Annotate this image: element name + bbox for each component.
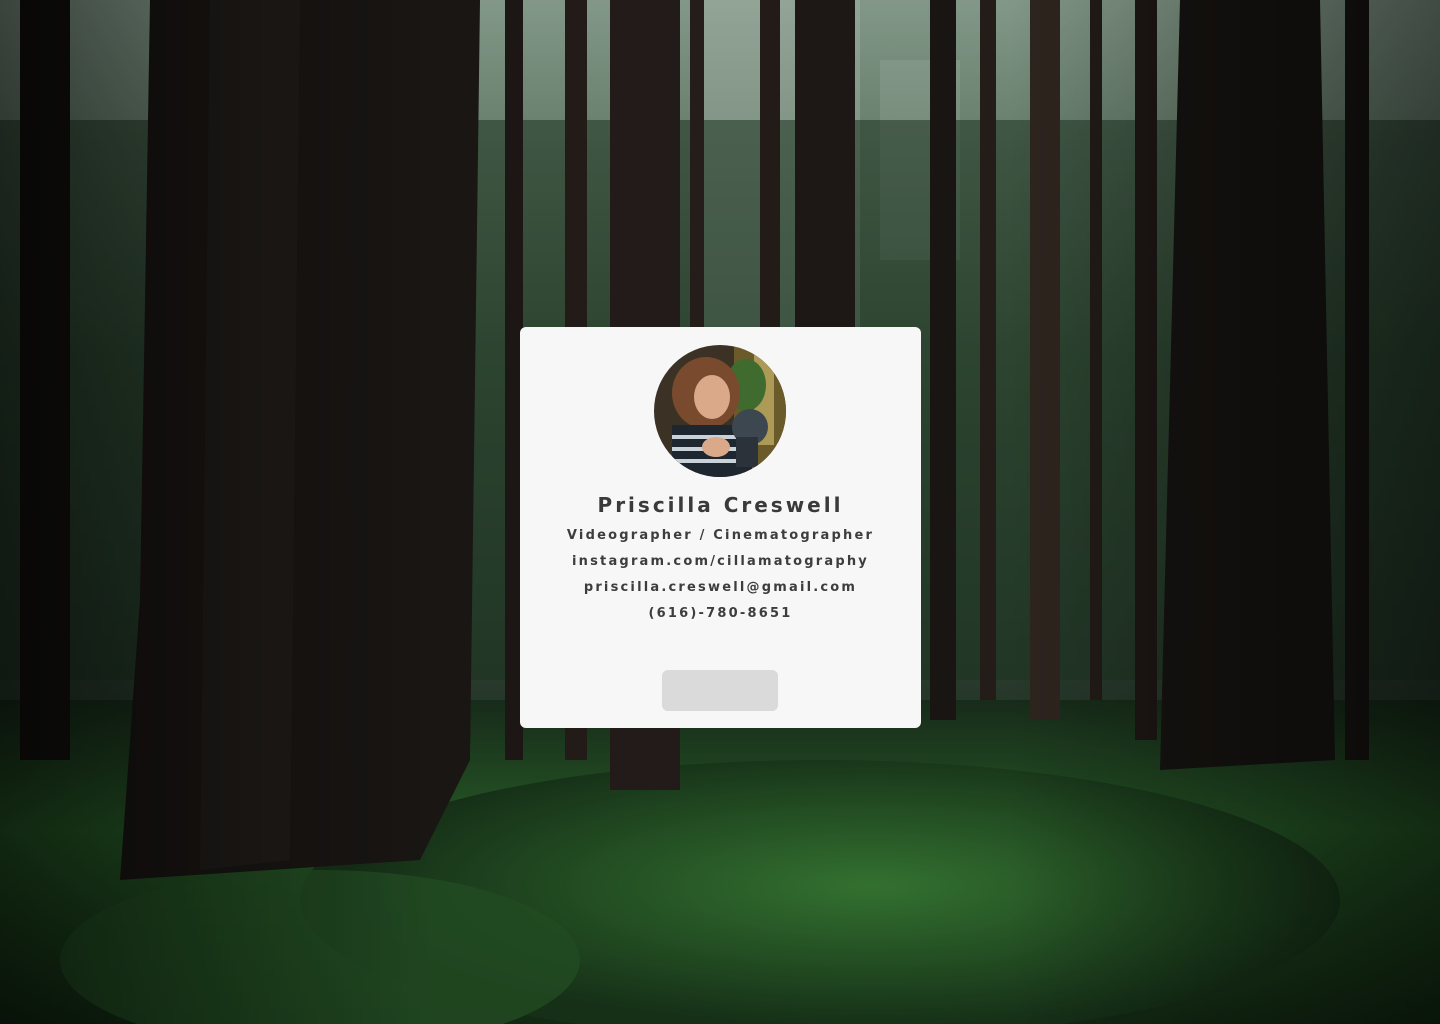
- profile-card: Priscilla Creswell Videographer / Cinema…: [520, 327, 921, 728]
- profile-name: Priscilla Creswell: [597, 493, 844, 517]
- phone-number: (616)-780-8651: [648, 606, 793, 621]
- portrait-photo: [654, 345, 786, 477]
- email-link[interactable]: priscilla.creswell@gmail.com: [520, 580, 921, 595]
- profile-role: Videographer / Cinematographer: [566, 528, 875, 543]
- avatar: [654, 345, 786, 477]
- instagram-link[interactable]: instagram.com/cillamatography: [520, 554, 921, 569]
- action-button[interactable]: [662, 670, 778, 711]
